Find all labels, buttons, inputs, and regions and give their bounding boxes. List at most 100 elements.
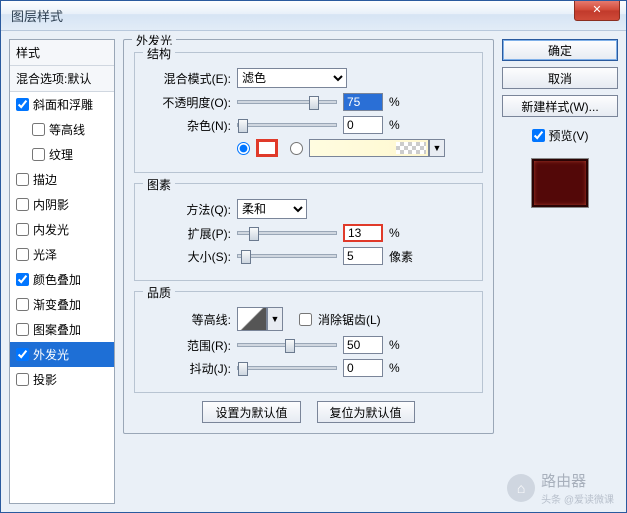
sidebar-subheader[interactable]: 混合选项:默认 [10,66,114,92]
gradient-swatch[interactable] [309,139,429,157]
default-buttons-row: 设置为默认值 复位为默认值 [134,401,483,423]
jitter-unit: % [389,361,400,375]
contour-swatch[interactable] [237,307,267,331]
sidebar-checkbox-6[interactable] [16,248,29,261]
sidebar-item-6[interactable]: 光泽 [10,242,114,267]
outer-glow-fieldset: 外发光 结构 混合模式(E): 滤色 不透明度(O): % 杂色(N): [123,39,494,434]
structure-title: 结构 [143,45,175,62]
sidebar-checkbox-10[interactable] [16,348,29,361]
styles-sidebar: 样式 混合选项:默认 斜面和浮雕等高线纹理描边内阴影内发光光泽颜色叠加渐变叠加图… [9,39,115,504]
size-unit: 像素 [389,248,413,265]
spread-label: 扩展(P): [145,225,231,242]
preview-label: 预览(V) [549,127,589,144]
watermark-brand: 路由器 [541,470,614,491]
size-slider[interactable] [237,254,337,258]
sidebar-label-8: 渐变叠加 [33,296,81,313]
sidebar-item-9[interactable]: 图案叠加 [10,317,114,342]
sidebar-item-0[interactable]: 斜面和浮雕 [10,92,114,117]
sidebar-label-0: 斜面和浮雕 [33,96,93,113]
sidebar-item-1[interactable]: 等高线 [10,117,114,142]
method-label: 方法(Q): [145,201,231,218]
sidebar-item-5[interactable]: 内发光 [10,217,114,242]
range-label: 范围(R): [145,337,231,354]
sidebar-item-11[interactable]: 投影 [10,367,114,392]
jitter-slider[interactable] [237,366,337,370]
sidebar-checkbox-4[interactable] [16,198,29,211]
sidebar-checkbox-8[interactable] [16,298,29,311]
element-group: 图素 方法(Q): 柔和 扩展(P): % 大小(S): [134,183,483,281]
sidebar-label-5: 内发光 [33,221,69,238]
sidebar-checkbox-9[interactable] [16,323,29,336]
gradient-radio[interactable] [290,142,303,155]
contour-label: 等高线: [145,311,231,328]
blend-mode-label: 混合模式(E): [145,70,231,87]
dialog-window: 图层样式 ✕ 样式 混合选项:默认 斜面和浮雕等高线纹理描边内阴影内发光光泽颜色… [0,0,627,513]
blend-mode-select[interactable]: 滤色 [237,68,347,88]
range-slider[interactable] [237,343,337,347]
spread-slider[interactable] [237,231,337,235]
cancel-button[interactable]: 取消 [502,67,618,89]
opacity-input[interactable] [343,93,383,111]
quality-group: 品质 等高线: ▼ 消除锯齿(L) 范围(R): [134,291,483,393]
noise-slider[interactable] [237,123,337,127]
watermark-credit: 头条 @爱读微课 [541,491,614,506]
spread-input[interactable] [343,224,383,242]
opacity-label: 不透明度(O): [145,94,231,111]
sidebar-item-2[interactable]: 纹理 [10,142,114,167]
sidebar-checkbox-11[interactable] [16,373,29,386]
sidebar-label-1: 等高线 [49,121,85,138]
solid-color-radio[interactable] [237,142,250,155]
window-title: 图层样式 [11,6,63,25]
sidebar-label-10: 外发光 [33,346,69,363]
size-label: 大小(S): [145,248,231,265]
sidebar-checkbox-1[interactable] [32,123,45,136]
right-panel: 确定 取消 新建样式(W)... 预览(V) [502,39,618,504]
close-button[interactable]: ✕ [574,1,620,21]
opacity-slider[interactable] [237,100,337,104]
noise-unit: % [389,118,400,132]
glow-color-swatch[interactable] [256,139,278,157]
content-area: 样式 混合选项:默认 斜面和浮雕等高线纹理描边内阴影内发光光泽颜色叠加渐变叠加图… [1,31,626,512]
main-panel: 外发光 结构 混合模式(E): 滤色 不透明度(O): % 杂色(N): [123,39,494,504]
sidebar-checkbox-2[interactable] [32,148,45,161]
sidebar-item-7[interactable]: 颜色叠加 [10,267,114,292]
reset-default-button[interactable]: 复位为默认值 [317,401,415,423]
titlebar: 图层样式 ✕ [1,1,626,31]
method-select[interactable]: 柔和 [237,199,307,219]
preview-checkbox[interactable] [532,129,545,142]
sidebar-label-7: 颜色叠加 [33,271,81,288]
watermark-icon: ⌂ [507,474,535,502]
sidebar-item-4[interactable]: 内阴影 [10,192,114,217]
new-style-button[interactable]: 新建样式(W)... [502,95,618,117]
sidebar-label-4: 内阴影 [33,196,69,213]
preview-swatch [531,158,589,208]
sidebar-label-11: 投影 [33,371,57,388]
jitter-input[interactable] [343,359,383,377]
sidebar-item-3[interactable]: 描边 [10,167,114,192]
size-input[interactable] [343,247,383,265]
antialias-checkbox[interactable] [299,313,312,326]
sidebar-item-8[interactable]: 渐变叠加 [10,292,114,317]
range-input[interactable] [343,336,383,354]
range-unit: % [389,338,400,352]
element-title: 图素 [143,176,175,193]
quality-title: 品质 [143,284,175,301]
sidebar-checkbox-3[interactable] [16,173,29,186]
sidebar-item-10[interactable]: 外发光 [10,342,114,367]
noise-label: 杂色(N): [145,117,231,134]
ok-button[interactable]: 确定 [502,39,618,61]
sidebar-label-3: 描边 [33,171,57,188]
sidebar-checkbox-0[interactable] [16,98,29,111]
sidebar-header[interactable]: 样式 [10,40,114,66]
sidebar-checkbox-5[interactable] [16,223,29,236]
noise-input[interactable] [343,116,383,134]
jitter-label: 抖动(J): [145,360,231,377]
sidebar-checkbox-7[interactable] [16,273,29,286]
contour-dropdown-icon[interactable]: ▼ [267,307,283,331]
set-default-button[interactable]: 设置为默认值 [202,401,300,423]
antialias-label: 消除锯齿(L) [318,311,381,328]
gradient-dropdown-icon[interactable]: ▼ [429,139,445,157]
spread-unit: % [389,226,400,240]
watermark: ⌂ 路由器 头条 @爱读微课 [507,470,614,506]
sidebar-label-6: 光泽 [33,246,57,263]
